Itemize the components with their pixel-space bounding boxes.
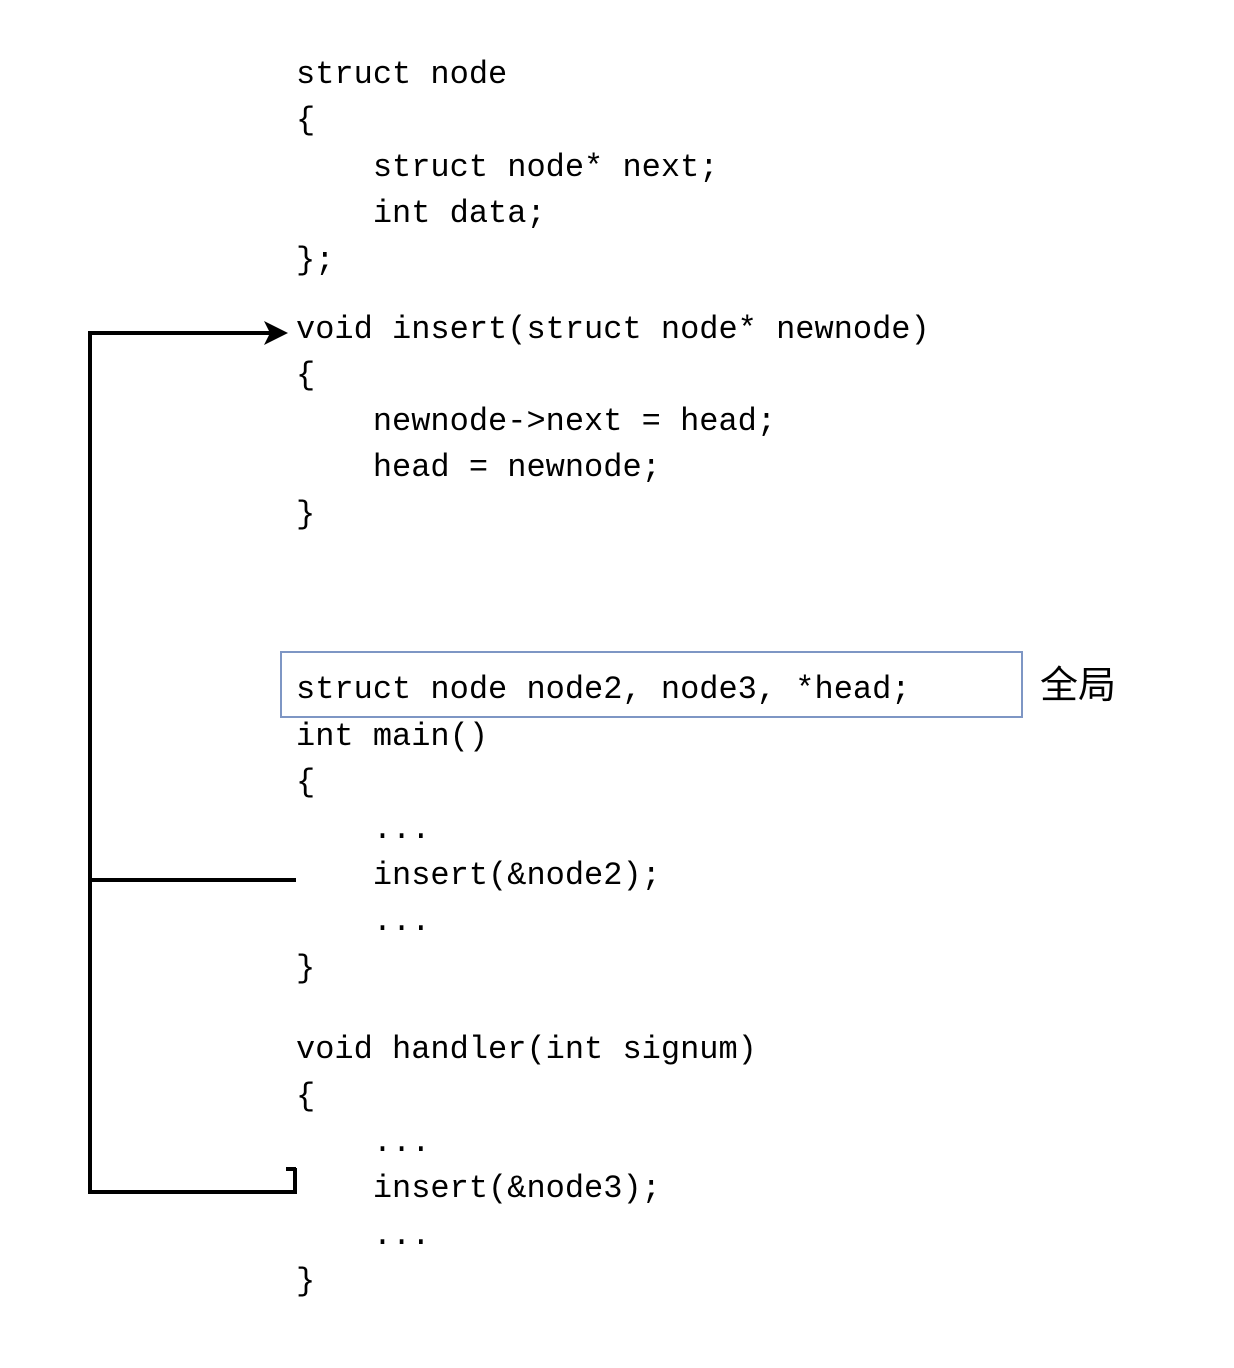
global-scope-annotation: 全局	[1040, 663, 1117, 707]
code-line-struct-close-brace: };	[296, 242, 335, 279]
code-line-insert-open-brace: {	[296, 357, 316, 394]
code-line-global-declaration: struct node node2, node3, *head;	[296, 671, 911, 708]
code-line-struct-node: struct node	[296, 56, 508, 93]
code-line-main-ellipsis-1: ...	[296, 811, 431, 848]
code-line-main-insert-node2: insert(&node2);	[296, 857, 661, 894]
code-line-handler-ellipsis-2: ...	[296, 1217, 431, 1254]
code-line-insert-close-brace: }	[296, 496, 316, 533]
code-line-main-signature: int main()	[296, 718, 489, 755]
code-line-main-open-brace: {	[296, 764, 316, 801]
code-line-handler-insert-node3: insert(&node3);	[296, 1170, 661, 1207]
code-line-newnode-next-head: newnode->next = head;	[296, 403, 777, 440]
code-line-next-field: struct node* next;	[296, 149, 719, 186]
arrow-head-icon	[264, 321, 288, 345]
code-line-handler-close-brace: }	[296, 1263, 316, 1300]
figure-canvas: struct node { struct node* next; int dat…	[0, 0, 1234, 1368]
code-line-head-newnode: head = newnode;	[296, 449, 661, 486]
code-line-main-close-brace: }	[296, 950, 316, 987]
code-line-handler-ellipsis-1: ...	[296, 1124, 431, 1161]
code-line-handler-signature: void handler(int signum)	[296, 1031, 757, 1068]
code-line-data-field: int data;	[296, 195, 546, 232]
code-line-main-ellipsis-2: ...	[296, 903, 431, 940]
code-line-insert-signature: void insert(struct node* newnode)	[296, 311, 930, 348]
code-line-struct-open-brace: {	[296, 102, 316, 139]
code-line-handler-open-brace: {	[296, 1078, 316, 1115]
